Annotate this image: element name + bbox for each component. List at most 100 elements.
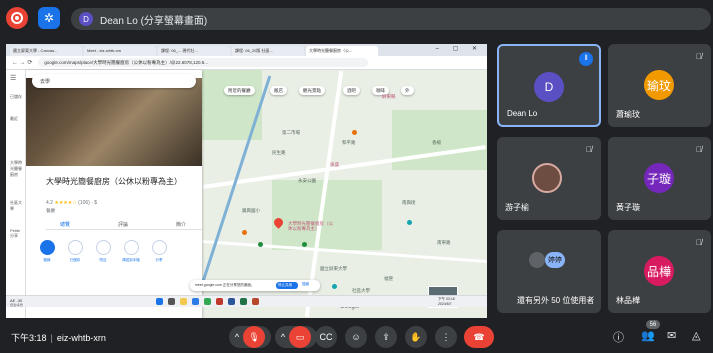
- map-poi-icon[interactable]: [302, 242, 307, 247]
- browser-tab[interactable]: 國立屏東大學 - Canvas...: [10, 46, 82, 56]
- participant-avatar: 品樺: [644, 256, 674, 286]
- participant-avatar: 子璇: [644, 163, 674, 193]
- map-chip[interactable]: 觀光景點: [299, 86, 325, 95]
- meeting-details-button[interactable]: ⓘ: [613, 329, 624, 345]
- meeting-code[interactable]: eiz-whtb-xrn: [57, 333, 106, 343]
- share-notification: meet.google.com 正在分享您的畫面。 停止共用 隱藏: [190, 280, 320, 291]
- captions-button[interactable]: CC: [315, 326, 337, 348]
- window-controls[interactable]: – ▢ ✕: [436, 45, 483, 52]
- edge-icon[interactable]: [192, 298, 199, 305]
- people-count-badge: 56: [646, 320, 660, 329]
- browser-tab[interactable]: 課程: 06_20版 社區...: [232, 46, 304, 56]
- place-category[interactable]: 餐廳: [46, 208, 55, 214]
- mic-off-icon: 🎙̸: [696, 52, 702, 61]
- meet-window: ✲ D Dean Lo (分享螢幕畫面) 國立屏東大學 - Canvas... …: [0, 0, 713, 353]
- shared-screen: 國立屏東大學 - Canvas... Meet - eiz-whtb-xrn 課…: [6, 44, 487, 318]
- excel-icon[interactable]: [240, 298, 247, 305]
- app-icon[interactable]: [216, 298, 223, 305]
- map-label: 民生路: [272, 150, 286, 155]
- url-field[interactable]: google.com/maps/place/大學時光簡餐廚房（公休以粉專為主）/…: [38, 58, 369, 67]
- map-label: 和平路: [342, 140, 356, 145]
- recording-indicator[interactable]: [6, 7, 28, 29]
- search-icon[interactable]: [168, 298, 175, 305]
- effects-button[interactable]: ✲: [38, 7, 60, 29]
- tab-overview[interactable]: 總覽: [60, 221, 70, 228]
- chrome-icon[interactable]: [204, 298, 211, 305]
- place-panel: 去學 大學時光簡餐廚房（公休以粉專為主） 4.2 ★★★★☆ (106) · $…: [26, 70, 202, 318]
- browser-tab[interactable]: 課程: 06_... 現代社...: [158, 46, 230, 56]
- place-photo[interactable]: [26, 78, 202, 166]
- presenting-banner[interactable]: D Dean Lo (分享螢幕畫面): [71, 8, 711, 30]
- present-button[interactable]: ⇪: [375, 326, 397, 348]
- start-icon[interactable]: [156, 298, 163, 305]
- share-button[interactable]: [152, 240, 167, 255]
- map-chip[interactable]: 外: [401, 86, 414, 95]
- folder-icon[interactable]: [180, 298, 187, 305]
- tab-about[interactable]: 簡介: [176, 221, 186, 228]
- browser-tab-active[interactable]: 大學時光簡餐廚房（公...: [306, 46, 378, 56]
- captions-icon: CC: [319, 332, 333, 342]
- browser-tab-bar: 國立屏東大學 - Canvas... Meet - eiz-whtb-xrn 課…: [6, 44, 487, 56]
- rail-item[interactable]: 社區大學: [10, 200, 24, 212]
- map-chip[interactable]: 酒吧: [343, 86, 360, 95]
- participant-tile[interactable]: 子璇 🎙̸ 黃子璇: [608, 137, 711, 220]
- rail-item[interactable]: 大學時光簡餐廚房: [10, 160, 24, 178]
- send-to-phone-button[interactable]: [124, 240, 139, 255]
- people-button[interactable]: 👥: [641, 329, 655, 342]
- rail-item[interactable]: 已儲存: [10, 94, 22, 100]
- stop-sharing-button[interactable]: 停止共用: [276, 282, 298, 289]
- others-count-label: 還有另外 50 位使用者: [517, 296, 595, 305]
- participant-tile[interactable]: 瑜玟 🎙̸ 蕭瑜玟: [608, 44, 711, 127]
- map-chip[interactable]: 附近的餐廳: [224, 86, 255, 95]
- directions-button[interactable]: [40, 240, 55, 255]
- reactions-button[interactable]: ☺: [345, 326, 367, 348]
- camera-control[interactable]: ^ ▭: [275, 326, 317, 348]
- mic-control[interactable]: ^ 🎙: [229, 326, 271, 348]
- map-poi-icon[interactable]: [242, 230, 247, 235]
- hide-button[interactable]: 隱藏: [302, 282, 309, 287]
- nearby-button[interactable]: [96, 240, 111, 255]
- mic-off-icon: 🎙̸: [696, 145, 702, 154]
- others-tile[interactable]: 婷婷 還有另外 50 位使用者: [497, 230, 601, 313]
- tab-reviews[interactable]: 評論: [118, 221, 128, 228]
- taskbar-date[interactable]: 2024/6/7: [438, 302, 452, 306]
- action-label: 已儲存: [69, 258, 81, 262]
- menu-icon[interactable]: ☰: [10, 74, 16, 82]
- map-label: 廣興國小: [242, 208, 260, 213]
- hand-icon: ✋: [410, 331, 422, 342]
- raise-hand-button[interactable]: ✋: [405, 326, 427, 348]
- map-poi-icon[interactable]: [258, 242, 263, 247]
- meeting-info: 下午3:18 | eiz-whtb-xrn: [11, 333, 106, 343]
- browser-tab[interactable]: Meet - eiz-whtb-xrn: [84, 46, 156, 56]
- chevron-up-icon[interactable]: ^: [281, 332, 285, 342]
- more-options-button[interactable]: ⋮: [435, 326, 457, 348]
- map-poi-icon[interactable]: [352, 130, 357, 135]
- mic-off-icon: 🎙̸: [586, 145, 592, 154]
- map-label: 國立屏東大學: [320, 266, 347, 271]
- map-label: 香楊: [432, 140, 441, 145]
- map-poi-icon[interactable]: [332, 284, 337, 289]
- shapes-icon: ◬: [692, 330, 701, 342]
- chevron-up-icon[interactable]: ^: [235, 332, 239, 342]
- mic-off-button[interactable]: 🎙: [243, 326, 266, 348]
- sparkle-icon: ✲: [43, 11, 55, 25]
- maps-search-input[interactable]: 去學: [32, 74, 196, 88]
- nav-arrows-icon[interactable]: ← → ⟳: [12, 59, 32, 66]
- participant-tile[interactable]: 🎙̸ 游子榆: [497, 137, 601, 220]
- map-chip[interactable]: 飯店: [270, 86, 287, 95]
- camera-off-button[interactable]: ▭: [289, 326, 312, 348]
- review-count[interactable]: (106): [78, 200, 90, 206]
- action-label: 分享: [155, 258, 163, 262]
- activities-button[interactable]: ◬: [692, 329, 700, 342]
- participant-tile[interactable]: D ⦀ Dean Lo: [497, 44, 601, 127]
- powerpoint-icon[interactable]: [252, 298, 259, 305]
- rail-item[interactable]: 最近: [10, 116, 18, 122]
- chat-button[interactable]: ✉: [667, 329, 676, 342]
- chat-icon: ✉: [667, 330, 677, 342]
- word-icon[interactable]: [228, 298, 235, 305]
- leave-call-button[interactable]: ☎: [464, 326, 494, 348]
- map-poi-icon[interactable]: [407, 220, 412, 225]
- participant-tile[interactable]: 品樺 🎙̸ 林品樺: [608, 230, 711, 313]
- save-button[interactable]: [68, 240, 83, 255]
- rail-item[interactable]: Petite分享: [10, 228, 24, 239]
